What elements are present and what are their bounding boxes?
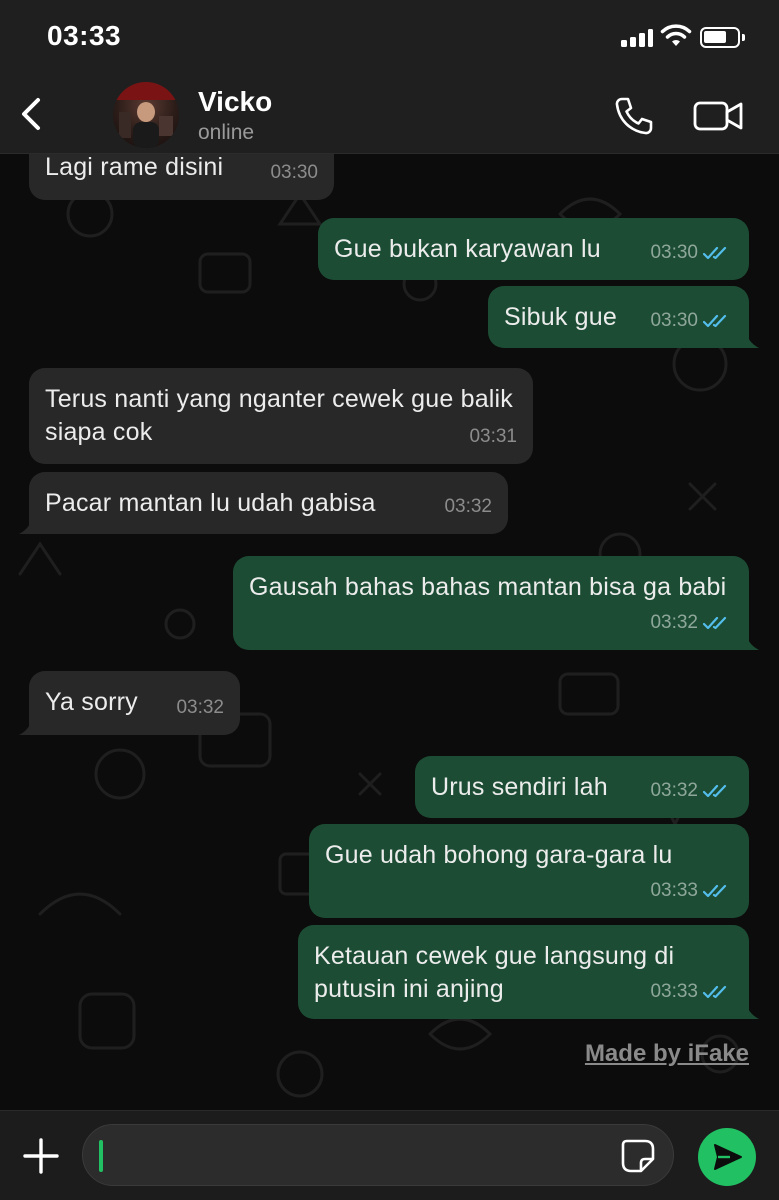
contact-avatar[interactable] — [113, 82, 179, 148]
message-text: Gue udah bohong gara-gara lu — [325, 841, 673, 869]
double-check-read-icon — [703, 884, 727, 897]
message-outgoing[interactable]: Ketauan cewek gue langsung di putusin in… — [298, 925, 759, 1019]
message-incoming[interactable]: Ya sorry 03:32 — [19, 671, 240, 735]
phone-icon[interactable] — [612, 94, 656, 138]
message-time: 03:31 — [469, 426, 517, 447]
bubble-tail — [19, 514, 41, 534]
message-meta: 03:31 — [469, 420, 517, 453]
battery-icon — [700, 27, 745, 48]
bubble-tail — [19, 715, 41, 735]
double-check-read-icon — [703, 985, 727, 998]
sticker-icon[interactable] — [621, 1139, 655, 1173]
message-meta: 03:30 — [650, 236, 733, 269]
bubble-tail — [737, 630, 759, 650]
message-meta: 03:32 — [176, 691, 224, 724]
message-meta: 03:33 — [650, 874, 733, 907]
message-meta: 03:30 — [270, 156, 318, 189]
contact-status: online — [198, 121, 255, 144]
message-incoming[interactable]: Pacar mantan lu udah gabisa 03:32 — [19, 472, 508, 534]
message-time: 03:30 — [270, 162, 318, 183]
cellular-signal-icon — [621, 29, 653, 47]
message-text: Gausah bahas bahas mantan bisa ga babi — [249, 573, 727, 601]
message-outgoing[interactable]: Gausah bahas bahas mantan bisa ga babi 0… — [233, 556, 759, 650]
message-incoming[interactable]: Lagi rame disini 03:30 — [29, 154, 334, 200]
message-meta: 03:33 — [650, 975, 733, 1008]
message-input[interactable] — [82, 1124, 674, 1186]
bubble-tail — [737, 999, 759, 1019]
message-incoming[interactable]: Terus nanti yang nganter cewek gue balik… — [29, 368, 533, 464]
message-meta: 03:32 — [650, 774, 733, 807]
text-caret — [99, 1140, 103, 1172]
message-composer — [0, 1110, 779, 1200]
message-meta: 03:30 — [650, 304, 733, 337]
status-bar: 03:33 — [0, 0, 779, 78]
message-outgoing[interactable]: Gue bukan karyawan lu 03:30 — [318, 218, 749, 280]
double-check-read-icon — [703, 616, 727, 629]
message-time: 03:32 — [650, 612, 698, 633]
message-time: 03:33 — [650, 880, 698, 901]
message-text: Terus nanti yang nganter cewek gue balik… — [45, 385, 514, 446]
wifi-icon — [660, 24, 692, 46]
chat-header: Vicko online — [0, 78, 779, 154]
plus-icon[interactable] — [22, 1137, 60, 1175]
chat-area[interactable]: Lagi rame disini 03:30 Gue bukan karyawa… — [0, 154, 779, 1110]
message-time: 03:32 — [444, 496, 492, 517]
message-text: Pacar mantan lu udah gabisa — [45, 489, 376, 517]
message-outgoing[interactable]: Sibuk gue 03:30 — [488, 286, 759, 348]
double-check-read-icon — [703, 314, 727, 327]
message-outgoing[interactable]: Urus sendiri lah 03:32 — [415, 756, 749, 818]
double-check-read-icon — [703, 246, 727, 259]
bubble-tail — [737, 328, 759, 348]
message-time: 03:30 — [650, 242, 698, 263]
video-camera-icon[interactable] — [693, 96, 745, 136]
message-meta: 03:32 — [444, 490, 492, 523]
send-icon — [714, 1144, 742, 1170]
message-time: 03:33 — [650, 981, 698, 1002]
message-outgoing[interactable]: Gue udah bohong gara-gara lu 03:33 — [309, 824, 749, 918]
message-time: 03:32 — [176, 697, 224, 718]
double-check-read-icon — [703, 784, 727, 797]
contact-name[interactable]: Vicko — [198, 86, 272, 118]
message-time: 03:30 — [650, 310, 698, 331]
send-button[interactable] — [698, 1128, 756, 1186]
status-time: 03:33 — [47, 20, 122, 51]
message-time: 03:32 — [650, 780, 698, 801]
message-meta: 03:32 — [650, 606, 733, 639]
back-chevron-icon[interactable] — [14, 92, 48, 136]
watermark-text: Made by iFake — [584, 1040, 749, 1067]
